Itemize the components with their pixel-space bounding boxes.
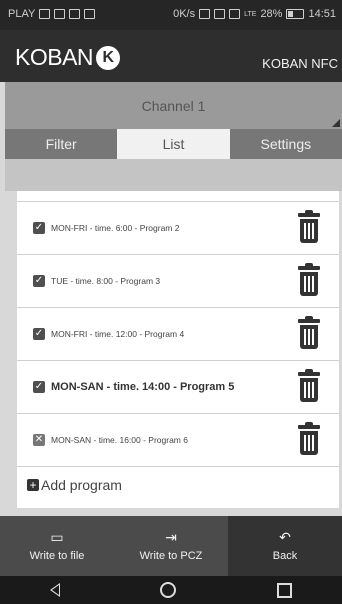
app-header: KOBAN K KOBAN NFC bbox=[0, 30, 342, 82]
koban-logo: KOBAN K bbox=[15, 44, 121, 71]
tab-bar: Filter List Settings bbox=[5, 129, 342, 159]
delete-program-button[interactable] bbox=[296, 369, 322, 403]
delete-program-button[interactable] bbox=[296, 210, 322, 244]
trash-icon bbox=[300, 378, 318, 402]
network-speed: 0K/s bbox=[173, 8, 196, 20]
program-checkbox[interactable]: ✓ bbox=[33, 381, 45, 393]
back-button[interactable]: ↶ Back bbox=[228, 516, 342, 576]
program-row-selected: ✓ MON-SAN - time. 14:00 - Program 5 bbox=[17, 361, 339, 414]
trash-icon bbox=[300, 219, 318, 243]
status-right: 0K/s LTE 28% 14:51 bbox=[173, 8, 336, 20]
logo-mark-icon: K bbox=[96, 45, 121, 70]
write-to-file-button[interactable]: ▭ Write to file bbox=[0, 516, 114, 576]
add-program-button[interactable]: + Add program bbox=[27, 477, 122, 493]
clock: 14:51 bbox=[308, 8, 336, 20]
message-icon bbox=[39, 9, 51, 19]
delete-program-button[interactable] bbox=[296, 263, 322, 297]
trash-icon bbox=[300, 431, 318, 455]
program-row: ✓ TUE - time. 8:00 - Program 3 bbox=[17, 255, 339, 308]
write-to-file-label: Write to file bbox=[29, 550, 85, 562]
program-checkbox-unchecked[interactable]: ✕ bbox=[33, 434, 45, 446]
trash-lid bbox=[298, 372, 320, 376]
program-checkbox[interactable]: ✓ bbox=[33, 328, 45, 340]
vibrate-icon bbox=[229, 9, 241, 19]
tab-list[interactable]: List bbox=[117, 129, 230, 159]
status-left: PLAY bbox=[8, 8, 96, 20]
program-label: MON-FRI - time. 12:00 - Program 4 bbox=[51, 329, 185, 339]
program-label: TUE - time. 8:00 - Program 3 bbox=[51, 276, 161, 286]
program-list: ✓ MON-FRI - time. 6:00 - Program 2 ✓ TUE… bbox=[17, 191, 339, 508]
system-nav-bar bbox=[0, 576, 342, 604]
trash-icon bbox=[300, 272, 318, 296]
signal-label: LTE bbox=[244, 10, 257, 18]
alarm-icon bbox=[214, 9, 226, 19]
write-to-pcz-button[interactable]: ⇥ Write to PCZ bbox=[114, 516, 228, 576]
delete-program-button[interactable] bbox=[296, 422, 322, 456]
nav-back-icon[interactable] bbox=[50, 583, 61, 597]
trash-lid bbox=[298, 213, 320, 217]
program-row: ✕ MON-SAN - time. 16:00 - Program 6 bbox=[17, 414, 339, 467]
program-label: MON-FRI - time. 6:00 - Program 2 bbox=[51, 223, 180, 233]
program-row: ✓ MON-FRI - time. 6:00 - Program 2 bbox=[17, 202, 339, 255]
trash-lid bbox=[298, 425, 320, 429]
tab-filter[interactable]: Filter bbox=[5, 129, 117, 159]
add-program-label: Add program bbox=[41, 477, 122, 493]
program-checkbox[interactable]: ✓ bbox=[33, 222, 45, 234]
carrier-label: PLAY bbox=[8, 8, 36, 20]
nav-recent-icon[interactable] bbox=[276, 582, 292, 598]
channel-dropdown[interactable]: Channel 1 bbox=[5, 82, 342, 129]
nfc-icon bbox=[199, 9, 211, 19]
dropdown-corner-icon bbox=[332, 119, 340, 127]
delete-program-button[interactable] bbox=[296, 316, 322, 350]
program-checkbox[interactable]: ✓ bbox=[33, 275, 45, 287]
plus-icon: + bbox=[27, 479, 39, 491]
back-arrow-icon: ↶ bbox=[279, 529, 291, 545]
facebook-icon bbox=[69, 9, 81, 19]
program-label: MON-SAN - time. 16:00 - Program 6 bbox=[51, 435, 188, 445]
channel-selected: Channel 1 bbox=[141, 97, 206, 114]
list-top-divider bbox=[17, 191, 339, 202]
save-icon: ▭ bbox=[50, 529, 64, 545]
export-icon: ⇥ bbox=[165, 529, 177, 545]
device-name: KOBAN NFC bbox=[262, 56, 338, 71]
battery-percent: 28% bbox=[260, 8, 283, 20]
write-to-pcz-label: Write to PCZ bbox=[139, 550, 203, 562]
app-icon bbox=[84, 9, 96, 19]
program-row: ✓ MON-FRI - time. 12:00 - Program 4 bbox=[17, 308, 339, 361]
status-bar: PLAY 0K/s LTE 28% 14:51 bbox=[0, 0, 342, 30]
bottom-action-bar: ▭ Write to file ⇥ Write to PCZ ↶ Back bbox=[0, 516, 342, 576]
tab-content-header bbox=[5, 159, 342, 191]
logo-text: KOBAN bbox=[15, 44, 94, 70]
trash-icon bbox=[300, 325, 318, 349]
media-icon bbox=[54, 9, 66, 19]
tab-settings[interactable]: Settings bbox=[230, 129, 342, 159]
nav-home-icon[interactable] bbox=[160, 582, 177, 598]
trash-lid bbox=[298, 266, 320, 270]
battery-icon bbox=[286, 9, 305, 19]
program-label: MON-SAN - time. 14:00 - Program 5 bbox=[51, 381, 235, 393]
app-screen: PLAY 0K/s LTE 28% 14:51 KOBAN K KOBAN NF… bbox=[0, 0, 342, 604]
back-label: Back bbox=[272, 550, 298, 562]
trash-lid bbox=[298, 319, 320, 323]
